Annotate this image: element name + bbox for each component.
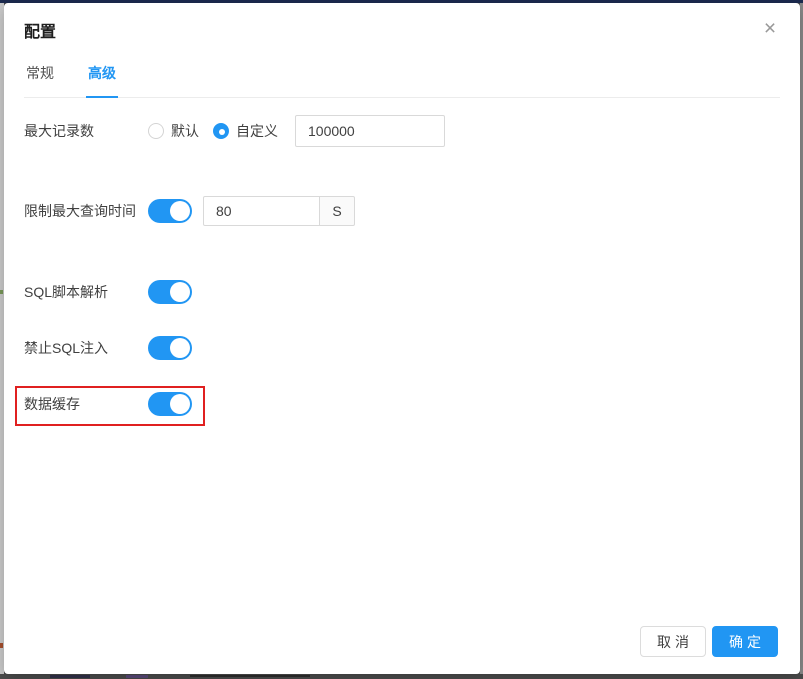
row-query-time-limit: 限制最大查询时间 S bbox=[24, 195, 355, 227]
sql-script-parse-label: SQL脚本解析 bbox=[24, 282, 148, 302]
close-icon[interactable]: × bbox=[758, 17, 782, 41]
background-fragment bbox=[50, 675, 90, 678]
dialog-footer: 取消 确定 bbox=[640, 626, 778, 657]
sql-script-parse-toggle[interactable] bbox=[148, 280, 192, 304]
radio-custom-label: 自定义 bbox=[236, 121, 278, 141]
forbid-sql-injection-label: 禁止SQL注入 bbox=[24, 338, 148, 358]
radio-default[interactable]: 默认 bbox=[148, 121, 199, 141]
tab-general[interactable]: 常规 bbox=[24, 60, 56, 97]
query-time-limit-toggle[interactable] bbox=[148, 199, 192, 223]
toggle-knob bbox=[170, 338, 190, 358]
radio-default-label: 默认 bbox=[171, 121, 199, 141]
seconds-unit-addon: S bbox=[320, 196, 355, 226]
row-data-cache: 数据缓存 bbox=[24, 390, 192, 418]
background-fragment bbox=[126, 675, 148, 678]
background-page-bottom-edge bbox=[0, 674, 803, 679]
data-cache-label: 数据缓存 bbox=[24, 394, 148, 414]
query-time-input[interactable] bbox=[203, 196, 320, 226]
query-time-input-group: S bbox=[203, 196, 355, 226]
radio-default-circle[interactable] bbox=[148, 123, 164, 139]
tab-bar: 常规 高级 bbox=[24, 60, 780, 98]
config-dialog: 配置 × 常规 高级 最大记录数 默认 自定义 限制最大查询时间 S bbox=[4, 3, 800, 674]
tab-advanced[interactable]: 高级 bbox=[86, 60, 118, 98]
cancel-button[interactable]: 取消 bbox=[640, 626, 706, 657]
row-max-records: 最大记录数 默认 自定义 bbox=[24, 115, 445, 147]
max-records-radio-group: 默认 自定义 bbox=[148, 121, 278, 141]
background-fragment bbox=[190, 675, 310, 677]
forbid-sql-injection-toggle[interactable] bbox=[148, 336, 192, 360]
confirm-button[interactable]: 确定 bbox=[712, 626, 778, 657]
background-fragment bbox=[0, 643, 3, 648]
max-records-input[interactable] bbox=[295, 115, 445, 147]
row-sql-script-parse: SQL脚本解析 bbox=[24, 278, 192, 306]
query-time-limit-label: 限制最大查询时间 bbox=[24, 201, 148, 221]
max-records-label: 最大记录数 bbox=[24, 121, 148, 141]
row-forbid-sql-injection: 禁止SQL注入 bbox=[24, 334, 192, 362]
radio-custom-circle[interactable] bbox=[213, 123, 229, 139]
toggle-knob bbox=[170, 394, 190, 414]
dialog-title: 配置 bbox=[24, 18, 56, 42]
radio-custom[interactable]: 自定义 bbox=[213, 121, 278, 141]
data-cache-toggle[interactable] bbox=[148, 392, 192, 416]
toggle-knob bbox=[170, 201, 190, 221]
toggle-knob bbox=[170, 282, 190, 302]
background-fragment bbox=[0, 290, 3, 294]
